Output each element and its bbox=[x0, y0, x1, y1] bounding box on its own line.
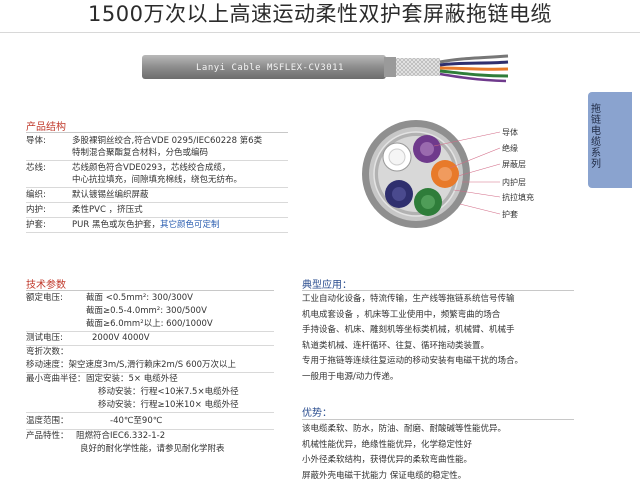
structure-value: 中心抗拉填充，间隙填充棉线，绕包无纺布。 bbox=[72, 175, 243, 185]
application-rule bbox=[302, 290, 574, 291]
structure-row-conductor: 导体: 多股裸铜丝绞合,符合VDE 0295/IEC60228 第6类 特制混合聚… bbox=[26, 134, 288, 161]
cable-image: Lanyi Cable MSFLEX-CV3011 bbox=[142, 54, 509, 83]
label-insulation: 绝缘 bbox=[502, 143, 518, 153]
structure-label: 芯线: bbox=[26, 163, 46, 173]
structure-label: 编织: bbox=[26, 190, 46, 200]
structure-row-jacket: 护套: PUR 黑色或灰色护套，其它颜色可定制 bbox=[26, 218, 288, 233]
label-jacket: 护套 bbox=[502, 209, 518, 219]
structure-value: 柔性PVC ，挤压式 bbox=[72, 205, 143, 215]
advantages-heading: 优势： bbox=[302, 408, 332, 419]
bend-radius-label: 最小弯曲半径： bbox=[26, 374, 86, 384]
tech-row: 截面≥6.0mm²以上: 600/1000V bbox=[26, 318, 274, 332]
advantages-text: 该电缆柔软、防水，防油、耐磨、耐酸碱等性能优异。 机械性能优异，绝缘性能优异，化… bbox=[302, 422, 572, 480]
tech-row: 移动安装：行程≥10米10× 电缆外径 bbox=[26, 399, 274, 413]
property-1: 阻燃符合IEC6.332-1-2 bbox=[76, 431, 166, 441]
test-voltage-label: 测试电压: bbox=[26, 333, 63, 343]
rated-voltage-label: 额定电压: bbox=[26, 293, 63, 303]
application-heading: 典型应用： bbox=[302, 280, 352, 291]
tech-table: 额定电压: 截面 <0.5mm²: 300/300V 截面≥0.5-4.0mm²:… bbox=[26, 292, 274, 456]
structure-row-inner: 内护: 柔性PVC ，挤压式 bbox=[26, 203, 288, 218]
structure-table: 导体: 多股裸铜丝绞合,符合VDE 0295/IEC60228 第6类 特制混合聚… bbox=[26, 134, 288, 233]
application-line: 专用于拖链等连续往复运动的移动安装有电磁干扰的场合。 bbox=[302, 356, 524, 366]
structure-label: 护套: bbox=[26, 220, 46, 230]
advantages-rule bbox=[302, 419, 574, 420]
core-green-conductor bbox=[421, 195, 435, 209]
core-orange-conductor bbox=[438, 167, 452, 181]
structure-heading: 产品结构 bbox=[26, 122, 66, 133]
label-inner-sheath: 内护层 bbox=[502, 177, 526, 187]
property-label: 产品特性： bbox=[26, 431, 69, 441]
custom-color-note: 其它颜色可定制 bbox=[159, 220, 220, 230]
test-voltage-value: 2000V 4000V bbox=[92, 333, 150, 343]
label-filler: 抗拉填充 bbox=[502, 192, 534, 202]
tech-row: 测试电压: 2000V 4000V bbox=[26, 332, 274, 346]
bend-radius-1: 固定安装：5× 电缆外径 bbox=[86, 374, 178, 384]
application-line: 手持设备、机床、雕刻机等坐标类机械，机械臂、机械手 bbox=[302, 325, 515, 335]
tech-row: 弯折次数： bbox=[26, 347, 69, 357]
structure-label: 导体: bbox=[26, 136, 46, 146]
advantage-line: 机械性能优异，绝缘性能优异，化学稳定性好 bbox=[302, 439, 473, 450]
tech-row: 最小弯曲半径： 固定安装：5× 电缆外径 bbox=[26, 373, 274, 386]
title-divider bbox=[0, 32, 640, 33]
application-line: 机电成套设备 ，机床等工业使用中，频繁弯曲的场合 bbox=[302, 309, 501, 320]
tech-rule bbox=[26, 290, 274, 291]
structure-row-braid: 编织: 默认镀锡丝编织屏蔽 bbox=[26, 188, 288, 203]
structure-value: 芯线颜色符合VDE0293，芯线绞合成缆， bbox=[72, 163, 231, 173]
side-tab-label: 拖链电缆系列 bbox=[591, 104, 601, 170]
temp-label: 温度范围： bbox=[26, 416, 69, 426]
advantage-line: 该电缆柔软、防水，防油、耐磨、耐酸碱等性能优异。 bbox=[302, 424, 507, 434]
structure-row-core: 芯线: 芯线颜色符合VDE0293，芯线绞合成缆， 中心抗拉填充，间隙填充棉线，绕… bbox=[26, 161, 288, 188]
application-text: 工业自动化设备，特流传输，生产线等拖链系统信号传输 机电成套设备 ，机床等工业使… bbox=[302, 292, 572, 385]
tech-row: 额定电压: 截面 <0.5mm²: 300/300V bbox=[26, 292, 274, 305]
core-white-conductor bbox=[388, 148, 406, 166]
label-shield: 屏蔽层 bbox=[502, 159, 526, 169]
rated-voltage-1: 截面 <0.5mm²: 300/300V bbox=[86, 293, 194, 303]
label-conductor: 导体 bbox=[502, 127, 518, 137]
cable-print-text: Lanyi Cable MSFLEX-CV3011 bbox=[196, 63, 344, 73]
application-line: 轨道类机械、连杆循环、往复、循环拖动类装置。 bbox=[302, 340, 490, 351]
cross-section-diagram: 导体 绝缘 屏蔽层 内护层 抗拉填充 护套 bbox=[362, 120, 534, 228]
tech-row: 移动安装：行程<10米7.5×电缆外径 bbox=[98, 387, 239, 397]
tech-row: 截面≥0.5-4.0mm²: 300/500V bbox=[86, 306, 207, 316]
structure-value: 多股裸铜丝绞合,符合VDE 0295/IEC60228 第6类 bbox=[72, 136, 263, 146]
tech-heading: 技术参数 bbox=[26, 280, 66, 291]
advantage-line: 屏蔽外壳电磁干扰能力 保证电缆的稳定性。 bbox=[302, 470, 467, 480]
tech-row: 温度范围： -40℃至90℃ bbox=[26, 413, 274, 430]
core-navy-conductor bbox=[392, 187, 406, 201]
tech-row: 移动速度：架空速度3m/S,滑行赖床2m/S 600万次以上 bbox=[26, 359, 274, 373]
structure-rule bbox=[26, 132, 288, 133]
advantage-line: 小外径柔软结构，获得优异的柔软弯曲性能。 bbox=[302, 455, 473, 465]
tech-row: 产品特性： 阻燃符合IEC6.332-1-2 bbox=[26, 430, 274, 443]
application-line: 工业自动化设备，特流传输，生产线等拖链系统信号传输 bbox=[302, 294, 515, 304]
tech-row: 良好的耐化学性能，请参见耐化学附表 bbox=[80, 444, 225, 454]
application-line: 一般用于电源/动力传递。 bbox=[302, 371, 399, 382]
structure-value: 默认镀锡丝编织屏蔽 bbox=[72, 190, 149, 200]
temp-value: -40℃至90℃ bbox=[110, 416, 163, 426]
core-purple-conductor bbox=[420, 142, 434, 156]
structure-value: 特制混合聚酯复合材料，分色或编码 bbox=[72, 148, 209, 158]
structure-label: 内护: bbox=[26, 205, 46, 215]
structure-value: PUR 黑色或灰色护套， bbox=[72, 220, 160, 230]
page-title: 1500万次以上高速运动柔性双护套屏蔽拖链电缆 bbox=[88, 2, 552, 26]
